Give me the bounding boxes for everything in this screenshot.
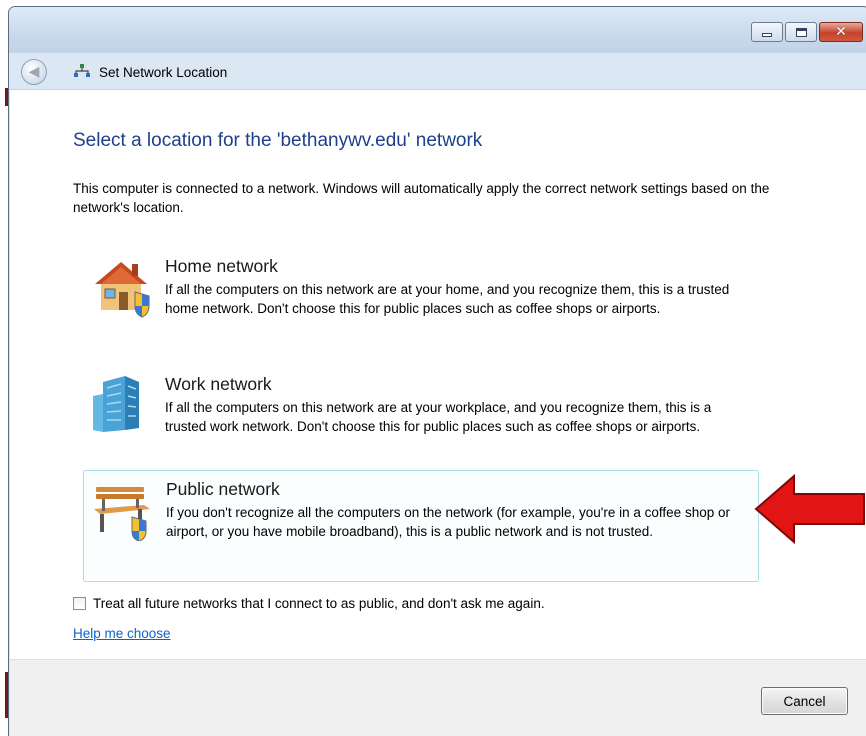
option-work-network[interactable]: Work network If all the computers on thi… — [83, 366, 759, 478]
future-networks-row: Treat all future networks that I connect… — [73, 596, 545, 611]
option-public-network[interactable]: Public network If you don't recognize al… — [83, 470, 759, 582]
footer-bar: Cancel — [10, 659, 866, 736]
maximize-button[interactable] — [785, 22, 817, 42]
house-shield-icon — [95, 262, 150, 318]
set-network-location-window: ✕ ◀ Set Network Location Select a locati… — [8, 6, 866, 736]
option-title: Home network — [165, 256, 278, 276]
title-bar[interactable]: ✕ — [9, 7, 866, 53]
minimize-icon — [762, 33, 772, 37]
help-me-choose-link[interactable]: Help me choose — [73, 626, 171, 641]
back-button[interactable]: ◀ — [21, 59, 47, 85]
treat-public-checkbox[interactable] — [73, 597, 86, 610]
page-heading: Select a location for the 'bethanywv.edu… — [73, 130, 483, 151]
window-title: Set Network Location — [99, 65, 228, 80]
maximize-icon — [795, 27, 807, 37]
option-description: If you don't recognize all the computers… — [166, 505, 730, 539]
option-description: If all the computers on this network are… — [165, 400, 712, 434]
content-panel: Select a location for the 'bethanywv.edu… — [10, 89, 866, 659]
treat-public-label[interactable]: Treat all future networks that I connect… — [93, 596, 545, 611]
close-button[interactable]: ✕ — [819, 22, 863, 42]
park-bench-shield-icon — [94, 487, 150, 541]
navigation-bar: ◀ Set Network Location — [9, 53, 866, 89]
option-title: Public network — [166, 479, 280, 499]
option-home-network[interactable]: Home network If all the computers on thi… — [83, 248, 759, 360]
window-controls: ✕ — [751, 22, 863, 42]
network-icon — [74, 64, 90, 77]
cancel-button[interactable]: Cancel — [761, 687, 848, 715]
red-arrow-annotation — [754, 474, 865, 544]
intro-text: This computer is connected to a network.… — [73, 181, 770, 215]
background-edge — [0, 0, 8, 736]
option-title: Work network — [165, 374, 272, 394]
office-building-icon — [93, 376, 139, 432]
back-arrow-icon: ◀ — [28, 64, 40, 80]
option-description: If all the computers on this network are… — [165, 282, 730, 316]
close-icon: ✕ — [835, 24, 847, 40]
minimize-button[interactable] — [751, 22, 783, 42]
